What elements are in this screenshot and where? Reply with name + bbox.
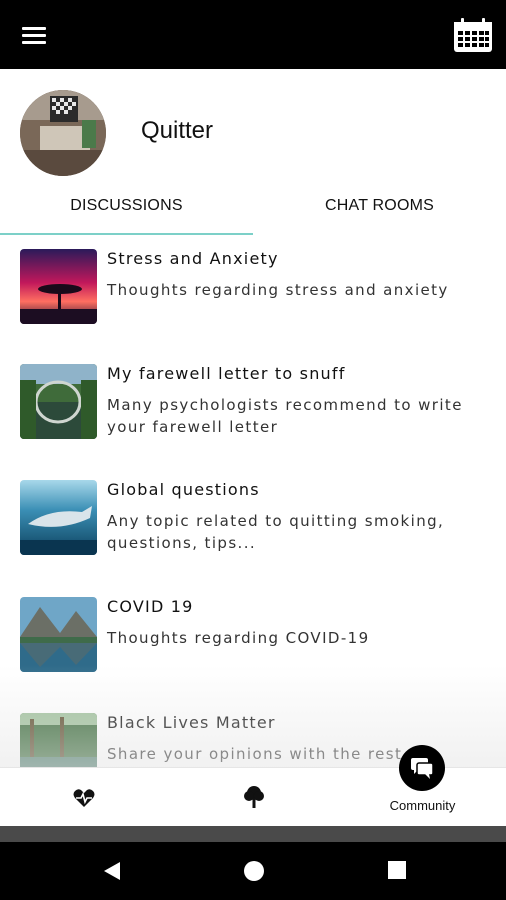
heartbeat-icon[interactable] <box>73 788 95 813</box>
tree-icon[interactable] <box>243 785 265 814</box>
list-item[interactable]: My farewell letter to snuff Many psychol… <box>0 364 506 464</box>
discussion-title: My farewell letter to snuff <box>107 364 346 383</box>
discussion-description: Many psychologists recommend to write yo… <box>107 396 463 436</box>
discussion-thumbnail <box>20 249 97 324</box>
discussion-title: Black Lives Matter <box>107 713 276 732</box>
discussion-title: Global questions <box>107 480 260 499</box>
calendar-icon[interactable] <box>452 16 494 54</box>
community-nav-label[interactable]: Community <box>375 798 470 813</box>
discussion-description: Thoughts regarding COVID-19 <box>107 629 370 647</box>
discussion-thumbnail <box>20 480 97 555</box>
discussion-thumbnail <box>20 713 97 767</box>
recents-icon[interactable] <box>386 860 410 882</box>
tab-discussions[interactable]: DISCUSSIONS <box>0 187 253 235</box>
list-item[interactable]: Stress and Anxiety Thoughts regarding st… <box>0 249 506 349</box>
community-nav-button[interactable] <box>399 745 445 791</box>
discussion-list: Stress and Anxiety Thoughts regarding st… <box>0 235 506 767</box>
home-icon[interactable] <box>242 860 266 882</box>
profile-header: Quitter <box>0 69 506 187</box>
top-app-bar <box>0 0 506 69</box>
hamburger-menu-icon[interactable] <box>18 22 52 48</box>
system-navigation-bar <box>0 842 506 900</box>
discussion-thumbnail <box>20 597 97 672</box>
discussion-description: Thoughts regarding stress and anxiety <box>107 281 449 299</box>
avatar[interactable] <box>20 90 106 176</box>
discussion-title: COVID 19 <box>107 597 194 616</box>
list-item[interactable]: Global questions Any topic related to qu… <box>0 480 506 580</box>
list-item[interactable]: COVID 19 Thoughts regarding COVID-19 <box>0 597 506 697</box>
chat-bubbles-icon <box>411 758 434 779</box>
discussion-thumbnail <box>20 364 97 439</box>
discussion-description: Any topic related to quitting smoking, q… <box>107 512 445 552</box>
profile-name: Quitter <box>141 117 214 144</box>
tab-bar: DISCUSSIONS CHAT ROOMS <box>0 187 506 235</box>
discussion-title: Stress and Anxiety <box>107 249 279 268</box>
divider-strip <box>0 826 506 842</box>
tab-chat-rooms[interactable]: CHAT ROOMS <box>253 187 506 235</box>
back-icon[interactable] <box>100 860 124 882</box>
